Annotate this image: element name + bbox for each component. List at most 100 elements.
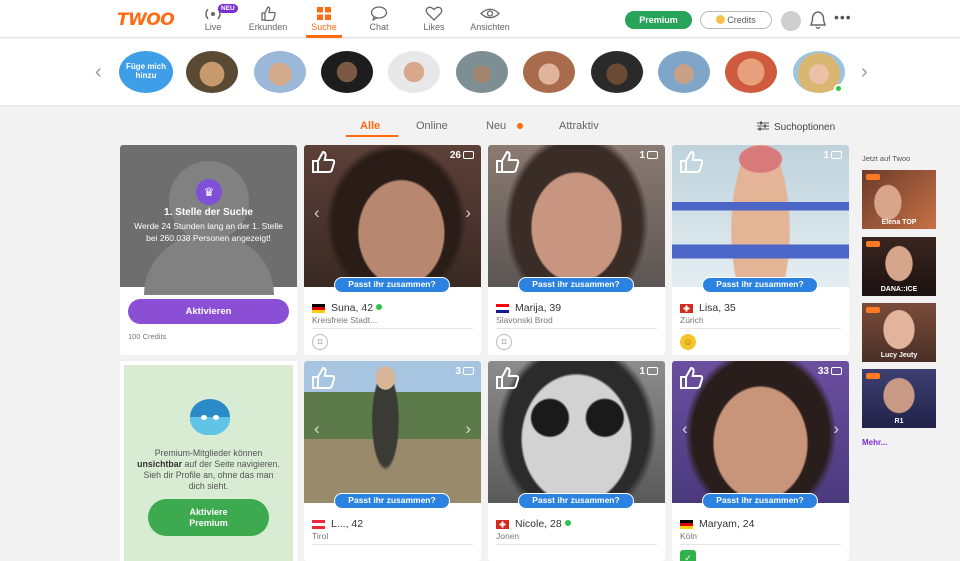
flag-germany-icon (680, 520, 693, 529)
thumbs-up-icon[interactable] (678, 366, 704, 390)
story-avatar[interactable] (186, 51, 238, 93)
user-avatar[interactable] (781, 11, 801, 31)
nav-chat[interactable]: Chat (353, 6, 405, 32)
photo-next-icon[interactable]: › (465, 203, 471, 223)
live-now-title: Jetzt auf Twoo (862, 154, 911, 163)
activate-boost-button[interactable]: Aktivieren (128, 299, 289, 324)
divider (496, 544, 657, 545)
story-avatar[interactable] (321, 51, 373, 93)
more-link[interactable]: Mehr... (862, 438, 887, 447)
live-thumbnail[interactable]: Elena TOP (862, 170, 936, 229)
chat-bubble-icon (370, 6, 388, 21)
photo-count: 33 (818, 366, 842, 377)
tab-attraktiv[interactable]: Attraktiv (559, 120, 599, 132)
profile-name[interactable]: Maryam, 24 (699, 518, 754, 530)
profile-card[interactable]: 1 Passt ihr zusammen? Marija, 39 Slavons… (488, 145, 665, 355)
match-button[interactable]: Passt ihr zusammen? (334, 277, 450, 293)
flag-switzerland-icon (680, 304, 693, 313)
live-thumbnail[interactable]: Lucy Jeuty (862, 303, 936, 362)
story-avatar[interactable] (456, 51, 508, 93)
activate-premium-button[interactable]: Aktiviere Premium (148, 499, 269, 536)
top-navigation: TWOO NEU Live Erkunden Suche Chat Likes … (0, 0, 960, 38)
boost-credits-cost: 100 Credits (128, 332, 167, 341)
story-avatar[interactable] (388, 51, 440, 93)
profile-card[interactable]: 26 ‹ › Passt ihr zusammen? Suna, 42 Krei… (304, 145, 481, 355)
camera-icon (647, 151, 658, 159)
stories-prev-arrow-icon[interactable]: ‹ (95, 61, 102, 84)
add-me-story-button[interactable]: Füge mich hinzu (119, 51, 173, 93)
profile-city: Tirol (312, 531, 329, 541)
live-thumbnail-caption: R1 (894, 418, 904, 425)
heart-icon (425, 6, 443, 21)
divider (312, 544, 473, 545)
profile-name[interactable]: Suna, 42 (331, 302, 383, 314)
nav-likes-label: Likes (423, 22, 445, 32)
live-thumbnail[interactable]: DANA::ICE (862, 237, 936, 296)
premium-button[interactable]: Premium (625, 11, 692, 29)
match-button[interactable]: Passt ihr zusammen? (518, 493, 634, 509)
stories-next-arrow-icon[interactable]: › (861, 61, 868, 84)
invisible-mode-text: Premium-Mitglieder können unsichtbar auf… (137, 448, 280, 491)
thumbs-up-icon[interactable] (494, 366, 520, 390)
thumbs-up-icon[interactable] (678, 150, 704, 174)
story-avatar[interactable] (725, 51, 777, 93)
story-avatar[interactable] (523, 51, 575, 93)
tab-neu[interactable]: Neu (486, 120, 506, 132)
coin-icon (716, 15, 726, 24)
profile-card[interactable]: 3 ‹ › Passt ihr zusammen? L..., 42 Tirol (304, 361, 481, 561)
live-thumbnail-caption: DANA::ICE (880, 286, 918, 293)
tab-online[interactable]: Online (416, 120, 448, 132)
story-avatar[interactable] (254, 51, 306, 93)
credits-button[interactable]: Credits (700, 11, 772, 29)
match-button[interactable]: Passt ihr zusammen? (702, 493, 818, 509)
boost-title: 1. Stelle der Suche (164, 207, 253, 218)
profile-card[interactable]: 1 Passt ihr zusammen? Lisa, 35 Zürich ☺ (672, 145, 849, 355)
silhouette-body (144, 235, 274, 295)
photo-next-icon[interactable]: › (465, 419, 471, 439)
nav-chat-label: Chat (369, 22, 389, 32)
check-icon[interactable]: ✓ (680, 550, 696, 561)
profile-name[interactable]: Nicole, 28 (515, 518, 571, 530)
smiley-icon[interactable]: ☺ (680, 334, 696, 350)
profile-name[interactable]: Lisa, 35 (699, 302, 736, 314)
profile-name[interactable]: Marija, 39 (515, 302, 561, 314)
eye-icon (480, 8, 500, 19)
thumbs-up-icon[interactable] (494, 150, 520, 174)
nav-likes[interactable]: Likes (408, 6, 460, 32)
wink-icon[interactable]: ⌑ (496, 334, 512, 350)
nav-erkunden[interactable]: Erkunden (242, 6, 294, 32)
thumbs-up-icon[interactable] (310, 366, 336, 390)
nav-live[interactable]: NEU Live (187, 4, 239, 32)
photo-prev-icon[interactable]: ‹ (314, 419, 320, 439)
photo-prev-icon[interactable]: ‹ (682, 419, 688, 439)
live-tag (866, 307, 880, 313)
sliders-icon (757, 121, 769, 131)
profile-name[interactable]: L..., 42 (331, 518, 363, 530)
story-avatar[interactable] (591, 51, 643, 93)
twoo-logo[interactable]: TWOO (117, 10, 175, 30)
credits-label: Credits (727, 15, 756, 25)
photo-next-icon[interactable]: › (833, 419, 839, 439)
nav-suche[interactable]: Suche (298, 6, 350, 38)
story-avatar[interactable] (658, 51, 710, 93)
match-button[interactable]: Passt ihr zusammen? (334, 493, 450, 509)
profile-card[interactable]: 33 ‹ › Passt ihr zusammen? Maryam, 24 Kö… (672, 361, 849, 561)
profile-card[interactable]: 1 Passt ihr zusammen? Nicole, 28 Jonen (488, 361, 665, 561)
live-thumbnail-caption: Elena TOP (881, 219, 917, 226)
more-menu-icon[interactable]: ••• (834, 9, 852, 25)
photo-prev-icon[interactable]: ‹ (314, 203, 320, 223)
match-button[interactable]: Passt ihr zusammen? (518, 277, 634, 293)
flag-croatia-icon (496, 304, 509, 313)
live-tag (866, 373, 880, 379)
boost-card: ♛ 1. Stelle der Suche Werde 24 Stunden l… (120, 145, 297, 355)
bell-icon[interactable] (809, 10, 827, 30)
photo-count: 1 (639, 150, 658, 161)
nav-ansichten[interactable]: Ansichten (464, 6, 516, 32)
match-button[interactable]: Passt ihr zusammen? (702, 277, 818, 293)
wink-icon[interactable]: ⌑ (312, 334, 328, 350)
thumbs-up-icon[interactable] (310, 150, 336, 174)
tab-alle[interactable]: Alle (360, 120, 380, 132)
search-options-button[interactable]: Suchoptionen (757, 121, 835, 133)
live-thumbnail[interactable]: R1 (862, 369, 936, 428)
photo-count: 1 (823, 150, 842, 161)
